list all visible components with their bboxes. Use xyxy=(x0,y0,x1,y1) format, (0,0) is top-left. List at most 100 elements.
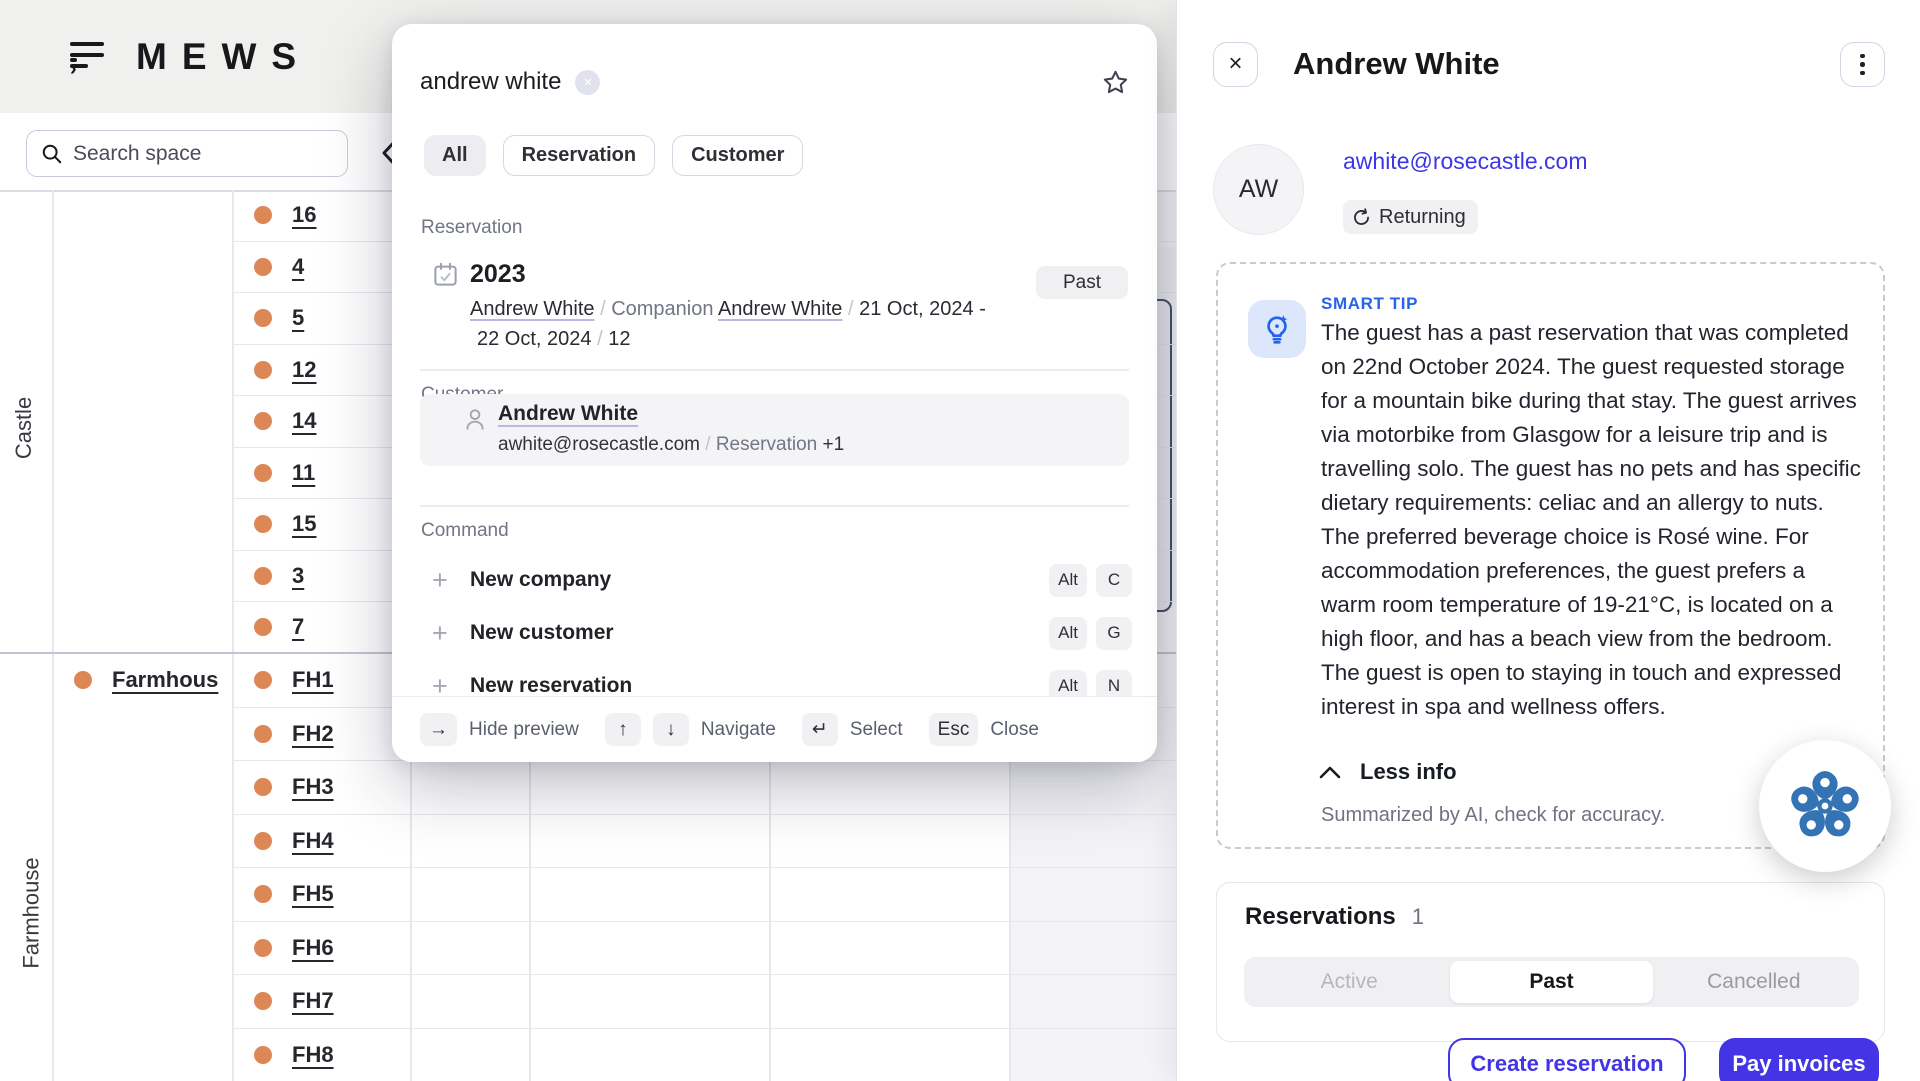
room-link[interactable]: 3 xyxy=(292,563,304,589)
global-search-modal: andrew white × All Reservation Customer … xyxy=(392,24,1157,762)
room-link[interactable]: FH5 xyxy=(292,881,334,907)
returning-loop-icon xyxy=(1351,207,1372,228)
reservation-result[interactable]: 2023 xyxy=(432,260,526,289)
room-link[interactable]: 7 xyxy=(292,614,304,640)
reservation-title[interactable]: 2023 xyxy=(470,260,526,289)
customer-email-link[interactable]: awhite@rosecastle.com xyxy=(1343,148,1588,175)
room-status-dot xyxy=(254,309,272,327)
room-status-dot xyxy=(254,515,272,533)
room-link[interactable]: 15 xyxy=(292,511,316,537)
section-header-command: Command xyxy=(421,520,509,542)
room-link[interactable]: FH7 xyxy=(292,988,334,1014)
filter-all[interactable]: All xyxy=(424,135,486,176)
reservation-meta-line1: Andrew White / Companion Andrew White / … xyxy=(470,298,986,321)
menu-collapse-icon[interactable]: › xyxy=(70,40,110,74)
room-status-dot xyxy=(254,412,272,430)
smart-tip-label: SMART TIP xyxy=(1321,294,1418,314)
reservations-tabs: Active Past Cancelled xyxy=(1244,957,1859,1007)
chevron-up-icon xyxy=(1318,765,1342,780)
room-link[interactable]: FH1 xyxy=(292,667,334,693)
room-link[interactable]: 11 xyxy=(292,460,315,486)
hide-preview-hint[interactable]: Hide preview xyxy=(469,719,579,741)
pay-invoices-button[interactable]: Pay invoices xyxy=(1719,1038,1879,1081)
customer-name-link[interactable]: Andrew White xyxy=(498,402,638,426)
key-letter: G xyxy=(1096,617,1132,650)
mews-logo: MEWS xyxy=(136,36,311,78)
room-row[interactable]: FH5 xyxy=(232,868,1176,922)
room-link[interactable]: 14 xyxy=(292,408,316,434)
room-link[interactable]: 5 xyxy=(292,305,304,331)
room-row[interactable]: FH8 xyxy=(232,1029,1176,1081)
filter-customer[interactable]: Customer xyxy=(672,135,803,176)
search-icon xyxy=(41,143,63,165)
room-row[interactable]: FH6 xyxy=(232,922,1176,976)
category-link[interactable]: Farmhous xyxy=(112,667,218,693)
search-query-row[interactable]: andrew white × xyxy=(420,56,1129,108)
room-link[interactable]: 4 xyxy=(292,254,304,280)
create-reservation-button[interactable]: Create reservation xyxy=(1448,1038,1686,1081)
returning-badge: Returning xyxy=(1343,200,1478,234)
room-link[interactable]: FH4 xyxy=(292,828,334,854)
room-link[interactable]: 12 xyxy=(292,357,316,383)
mews-flower-icon xyxy=(1789,770,1861,842)
room-link[interactable]: FH8 xyxy=(292,1042,334,1068)
companion-link[interactable]: Andrew White xyxy=(718,298,843,320)
tab-past[interactable]: Past xyxy=(1450,961,1652,1003)
reservations-header: Reservations1 xyxy=(1245,903,1424,931)
category-status-dot xyxy=(74,671,92,689)
room-link[interactable]: FH6 xyxy=(292,935,334,961)
kebab-icon xyxy=(1860,54,1865,76)
panel-menu-button[interactable] xyxy=(1840,42,1885,87)
filter-reservation[interactable]: Reservation xyxy=(503,135,656,176)
clear-query-icon[interactable]: × xyxy=(575,70,600,95)
room-status-dot xyxy=(254,1046,272,1064)
esc-key-icon[interactable]: Esc xyxy=(929,713,979,746)
command-new-customer[interactable]: + New customer AltG xyxy=(432,613,1132,653)
space-search-input[interactable] xyxy=(73,142,313,166)
reservations-count: 1 xyxy=(1412,904,1424,929)
arrow-right-key-icon[interactable]: → xyxy=(420,713,457,746)
category-row-farmhouse[interactable]: Farmhous xyxy=(52,653,232,706)
reservations-card: Reservations1 Active Past Cancelled xyxy=(1216,882,1885,1042)
enter-key-icon: ↵ xyxy=(802,713,838,746)
customer-result[interactable]: Andrew White awhite@rosecastle.com / Res… xyxy=(420,394,1129,466)
tab-cancelled[interactable]: Cancelled xyxy=(1653,961,1855,1003)
tab-active[interactable]: Active xyxy=(1248,961,1450,1003)
room-row[interactable]: FH7 xyxy=(232,975,1176,1029)
room-status-dot xyxy=(254,258,272,276)
room-row[interactable]: FH4 xyxy=(232,815,1176,869)
close-hint[interactable]: Close xyxy=(990,719,1039,741)
search-footer-hints: → Hide preview ↑ ↓ Navigate ↵ Select Esc… xyxy=(392,696,1157,762)
status-badge-past: Past xyxy=(1036,266,1128,299)
customer-meta: awhite@rosecastle.com / Reservation +1 xyxy=(498,434,844,456)
room-link[interactable]: FH2 xyxy=(292,721,334,747)
room-status-dot xyxy=(254,618,272,636)
room-link[interactable]: 16 xyxy=(292,202,316,228)
grid-vline xyxy=(52,190,54,1081)
group-label-castle: Castle xyxy=(11,397,37,459)
plus-icon: + xyxy=(432,618,470,649)
arrow-down-key-icon: ↓ xyxy=(653,713,689,746)
smart-tip-bulb-icon xyxy=(1248,300,1306,358)
panel-close-button[interactable]: × xyxy=(1213,42,1258,87)
room-row[interactable]: FH3 xyxy=(232,761,1176,815)
select-hint: Select xyxy=(850,719,903,741)
mews-assistant-button[interactable] xyxy=(1759,740,1891,872)
space-search-field[interactable] xyxy=(26,130,348,177)
command-new-company[interactable]: + New company AltC xyxy=(432,560,1132,600)
room-status-dot xyxy=(254,464,272,482)
room-status-dot xyxy=(254,361,272,379)
navigate-hint: Navigate xyxy=(701,719,776,741)
search-query-text[interactable]: andrew white xyxy=(420,68,561,96)
group-label-farmhouse: Farmhouse xyxy=(19,857,45,968)
ai-disclaimer: Summarized by AI, check for accuracy. xyxy=(1321,804,1665,827)
smart-tip-body: The guest has a past reservation that wa… xyxy=(1321,316,1861,724)
key-letter: C xyxy=(1096,564,1132,597)
person-icon xyxy=(462,406,488,432)
guest-link[interactable]: Andrew White xyxy=(470,298,595,320)
room-status-dot xyxy=(254,671,272,689)
favorite-star-icon[interactable] xyxy=(1102,69,1129,96)
arrow-up-key-icon: ↑ xyxy=(605,713,641,746)
room-link[interactable]: FH3 xyxy=(292,774,334,800)
less-info-toggle[interactable]: Less info xyxy=(1318,759,1457,785)
